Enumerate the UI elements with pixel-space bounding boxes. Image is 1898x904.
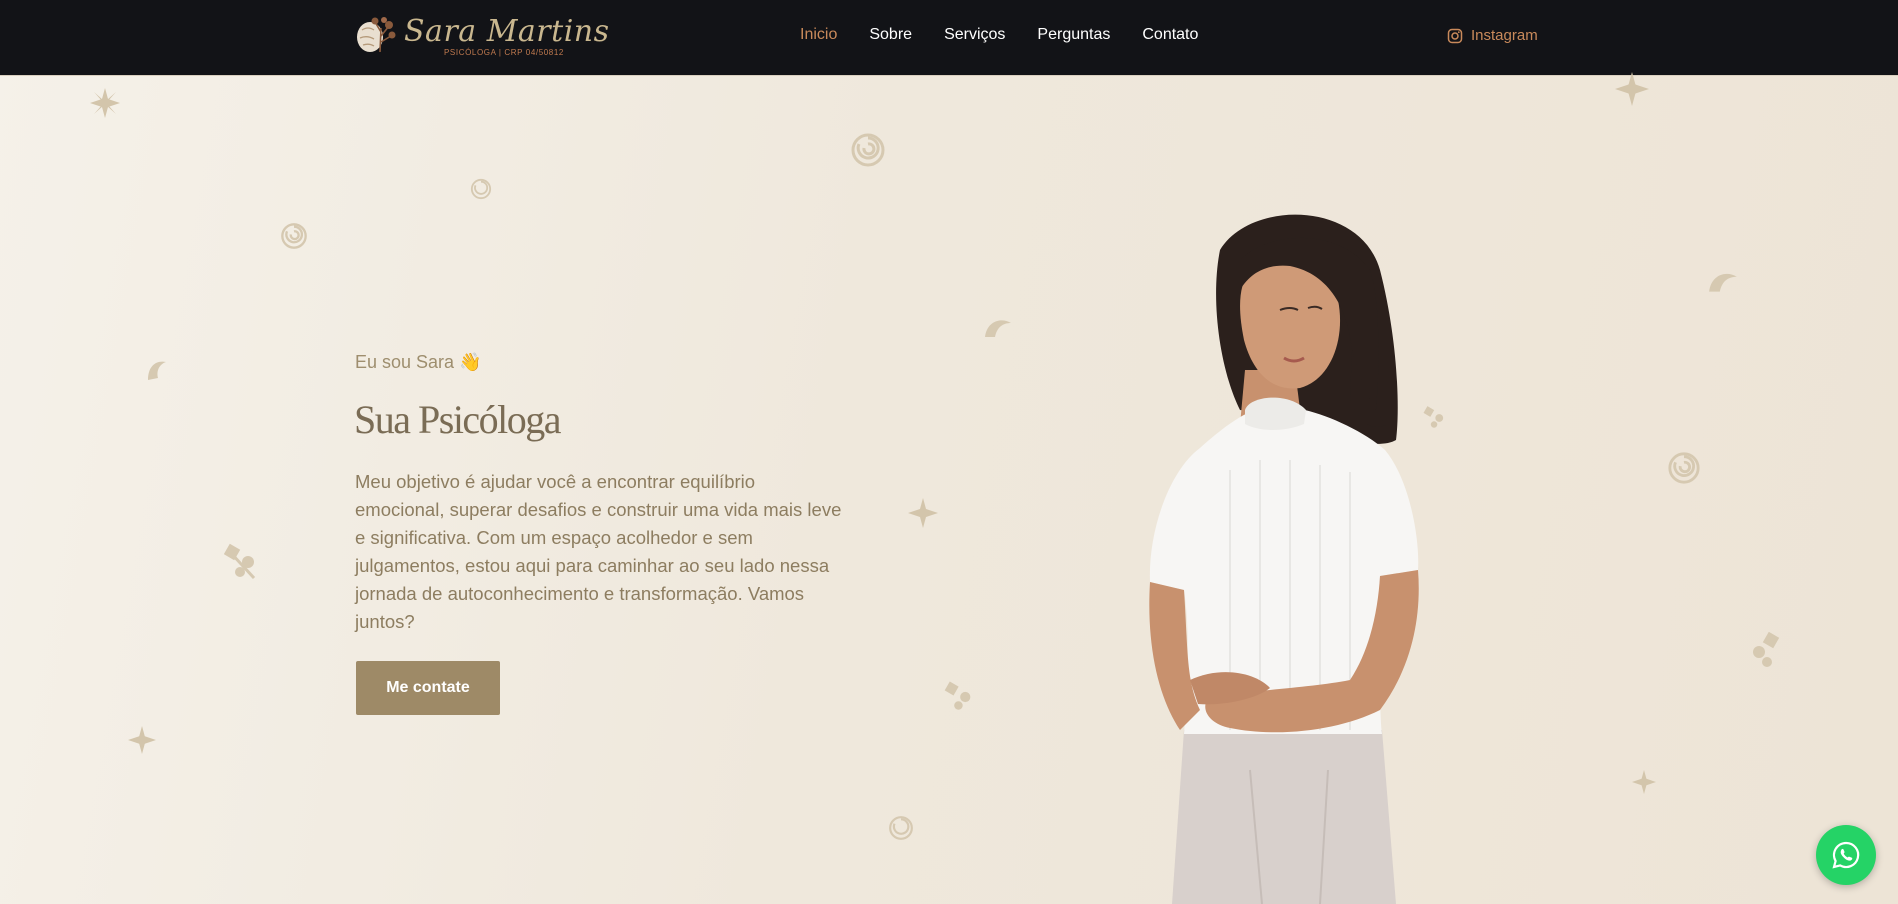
nav-item-contato[interactable]: Contato: [1142, 26, 1198, 44]
flower-decoration-icon: [90, 88, 120, 118]
flower-decoration-icon: [1632, 770, 1656, 794]
psychologist-portrait: [1149, 214, 1419, 904]
nav-item-sobre[interactable]: Sobre: [869, 26, 912, 44]
branch-decoration-icon: [944, 680, 978, 714]
nav-item-perguntas[interactable]: Perguntas: [1037, 26, 1110, 44]
hero-description: Meu objetivo é ajudar você a encontrar e…: [355, 471, 842, 632]
instagram-icon: [1447, 28, 1463, 43]
leaf-decoration-icon: [983, 315, 1013, 339]
site-header: Sara Martins PSICÓLOGA | CRP 04/50812 In…: [0, 0, 1898, 76]
main-nav: Inicio Sobre Serviços Perguntas Contato: [800, 26, 1198, 44]
rose-decoration-icon: [850, 132, 886, 168]
brain-tree-logo-icon: [357, 17, 396, 53]
hero-greeting: Eu sou Sara 👋: [355, 352, 482, 372]
rose-decoration-icon: [1667, 451, 1701, 485]
leaf-decoration-icon: [1707, 268, 1739, 294]
instagram-label: Instagram: [1471, 27, 1538, 44]
flower-decoration-icon: [908, 498, 938, 528]
nav-item-servicos[interactable]: Serviços: [944, 26, 1005, 44]
instagram-link[interactable]: Instagram: [1447, 27, 1538, 44]
rose-decoration-icon: [888, 815, 914, 841]
whatsapp-icon: [1832, 841, 1860, 869]
rose-decoration-icon: [280, 222, 308, 250]
branch-decoration-icon: [1745, 632, 1783, 672]
flower-decoration-icon: [128, 726, 156, 754]
brand-subtitle: PSICÓLOGA | CRP 04/50812: [444, 48, 564, 57]
brand-logo[interactable]: Sara Martins PSICÓLOGA | CRP 04/50812: [354, 12, 609, 62]
nav-item-inicio[interactable]: Inicio: [800, 26, 837, 44]
hero-title: Sua Psicóloga: [354, 397, 562, 442]
branch-decoration-icon: [224, 542, 262, 582]
flower-decoration-icon: [1615, 72, 1649, 106]
whatsapp-button[interactable]: [1816, 825, 1876, 885]
leaf-decoration-icon: [146, 358, 168, 382]
rose-decoration-icon: [470, 178, 492, 200]
contact-button[interactable]: Me contate: [356, 661, 500, 715]
brand-name: Sara Martins: [404, 14, 610, 49]
